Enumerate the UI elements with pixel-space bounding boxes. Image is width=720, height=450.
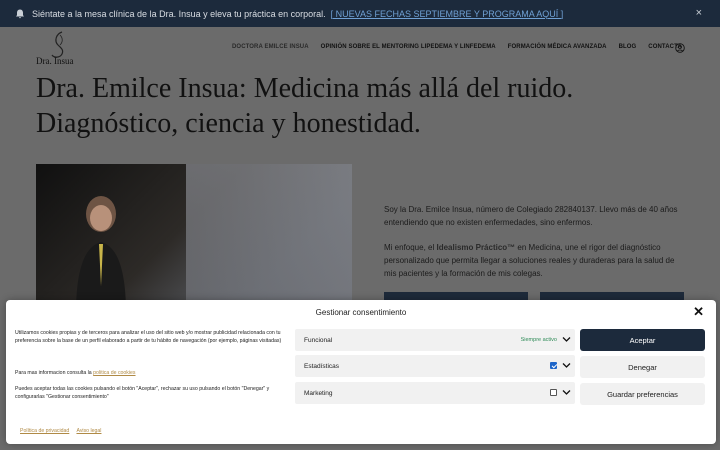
privacy-policy-link[interactable]: Política de privacidad <box>20 428 69 434</box>
page-title-line-1: Dra. Emilce Insua: Medicina más allá del… <box>36 73 574 104</box>
consent-more-info-text: Para mas informacion consulta la <box>15 370 94 376</box>
cookie-consent-modal: Gestionar consentimiento ✕ Utilizamos co… <box>6 300 716 444</box>
category-marketing[interactable]: Marketing <box>295 382 575 404</box>
logo-text[interactable]: Dra. Insua <box>36 56 74 66</box>
intro-paragraph-2: Mi enfoque, el Idealismo Práctico™ en Me… <box>384 241 684 280</box>
accept-button[interactable]: Aceptar <box>580 329 705 351</box>
speaker-figure <box>76 196 126 314</box>
close-icon[interactable]: × <box>696 7 702 19</box>
nav-item-doctora[interactable]: DOCTORA EMILCE INSUA <box>232 44 309 50</box>
consent-more-info: Para mas informacion consulta la politic… <box>15 370 293 378</box>
cookie-policy-link[interactable]: politica de cookies <box>93 370 135 376</box>
announcement-text: Siéntate a la mesa clínica de la Dra. In… <box>32 8 326 19</box>
announcement-link[interactable]: [ NUEVAS FECHAS SEPTIEMBRE Y PROGRAMA AQ… <box>331 9 564 19</box>
save-preferences-button[interactable]: Guardar preferencias <box>580 383 705 405</box>
page-title: Dra. Emilce Insua: Medicina más allá del… <box>36 71 656 141</box>
always-active-badge: Siempre activo <box>520 337 557 343</box>
chevron-down-icon[interactable] <box>562 335 571 344</box>
deny-button[interactable]: Denegar <box>580 356 705 378</box>
consent-footer-links: Política de privacidad Aviso legal <box>20 428 107 434</box>
chevron-down-icon[interactable] <box>562 361 571 370</box>
hero-photo <box>36 164 352 314</box>
category-label: Estadísticas <box>304 362 340 370</box>
category-label: Funcional <box>304 336 333 344</box>
intro-p2-start: Mi enfoque, el <box>384 243 437 252</box>
projection-screen <box>186 164 352 314</box>
marketing-checkbox[interactable] <box>550 389 557 396</box>
close-icon[interactable]: ✕ <box>693 304 704 320</box>
user-icon[interactable] <box>675 43 685 53</box>
page-title-line-2: Diagnóstico, ciencia y honestidad. <box>36 108 421 139</box>
nav-item-blog[interactable]: BLOG <box>619 44 637 50</box>
consent-title: Gestionar consentimiento <box>315 308 407 317</box>
announcement-bar: Siéntate a la mesa clínica de la Dra. In… <box>0 0 720 27</box>
consent-instructions: Puedes aceptar todas las cookies pulsand… <box>15 386 270 400</box>
chevron-down-icon[interactable] <box>562 388 571 397</box>
intro-text: Soy la Dra. Emilce Insua, número de Cole… <box>384 203 684 292</box>
category-estadisticas[interactable]: Estadísticas <box>295 355 575 377</box>
bell-icon <box>14 8 26 20</box>
main-nav: DOCTORA EMILCE INSUA OPINIÓN SOBRE EL ME… <box>232 44 694 50</box>
consent-description: Utilizamos cookies propias y de terceros… <box>15 330 282 344</box>
intro-p2-highlight: Idealismo Práctico™ <box>436 243 516 252</box>
intro-paragraph-1: Soy la Dra. Emilce Insua, número de Cole… <box>384 205 678 227</box>
nav-item-formacion[interactable]: FORMACIÓN MÉDICA AVANZADA <box>508 44 607 50</box>
legal-notice-link[interactable]: Aviso legal <box>76 428 101 434</box>
category-funcional[interactable]: Funcional Siempre activo <box>295 329 575 351</box>
nav-item-opinion[interactable]: OPINIÓN SOBRE EL MENTORING LIPEDEMA Y LI… <box>321 44 496 50</box>
category-label: Marketing <box>304 389 333 397</box>
site-header: Dra. Insua DOCTORA EMILCE INSUA OPINIÓN … <box>0 27 720 71</box>
statistics-checkbox[interactable] <box>550 362 557 369</box>
